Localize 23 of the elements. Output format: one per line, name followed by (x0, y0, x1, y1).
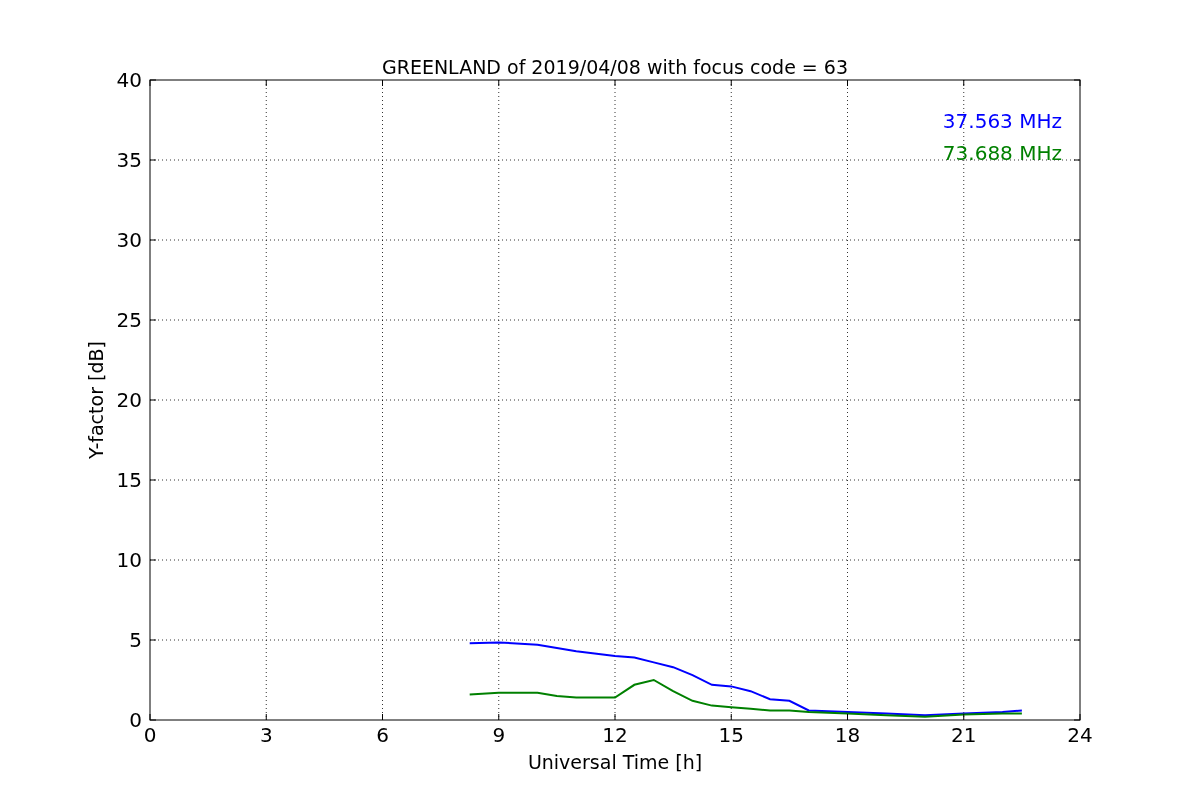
x-tick-label: 0 (143, 723, 157, 747)
y-tick-label: 15 (116, 468, 142, 492)
y-tick-label: 10 (116, 548, 142, 572)
x-tick-label: 18 (834, 723, 861, 747)
x-tick-label: 21 (951, 723, 977, 747)
x-tick-label: 9 (492, 723, 506, 747)
y-tick-label: 40 (116, 68, 142, 92)
y-axis-label: Y-factor [dB] (85, 341, 107, 459)
y-tick-label: 35 (116, 148, 142, 172)
chart-title: GREENLAND of 2019/04/08 with focus code = 63 (382, 56, 848, 78)
x-tick-label: 12 (602, 723, 628, 747)
legend-label: 37.563 MHz (942, 109, 1062, 133)
y-tick-label: 0 (129, 708, 142, 732)
legend-label: 73.688 MHz (942, 141, 1062, 165)
x-axis-label: Universal Time [h] (527, 751, 703, 773)
y-tick-label: 25 (116, 308, 142, 332)
x-tick-label: 3 (259, 723, 273, 747)
y-tick-label: 5 (129, 628, 142, 652)
y-tick-label: 30 (116, 228, 142, 252)
x-tick-label: 15 (718, 723, 744, 747)
x-tick-label: 6 (376, 723, 389, 747)
x-tick-label: 24 (1067, 723, 1093, 747)
y-tick-label: 20 (116, 388, 142, 412)
